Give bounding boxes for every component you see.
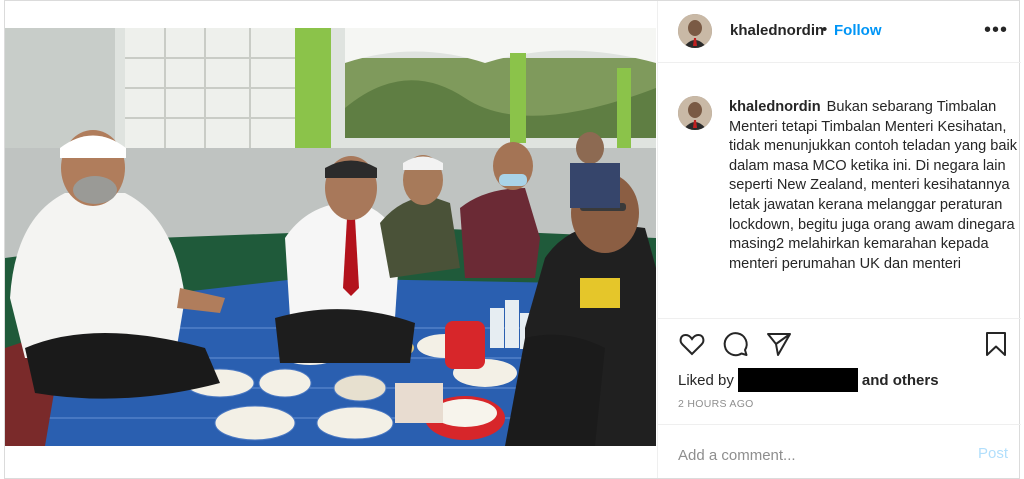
avatar[interactable]	[678, 14, 712, 48]
post-header: khalednordin • Follow •••	[658, 1, 1021, 63]
heart-icon[interactable]	[678, 330, 706, 358]
liked-by-prefix: Liked by	[678, 372, 734, 389]
header-separator: •	[822, 21, 828, 38]
caption-avatar[interactable]	[678, 96, 712, 130]
caption-username[interactable]: khalednordin	[729, 99, 821, 115]
redacted-username	[737, 368, 858, 392]
paper-plane-icon-shape	[767, 333, 791, 356]
avatar-image	[678, 14, 712, 48]
caption-body: Bukan sebarang Timbalan Menteri tetapi T…	[729, 99, 1018, 272]
post-comment-button[interactable]: Post	[978, 445, 1008, 462]
post-timestamp[interactable]: 2 HOURS AGO	[678, 398, 754, 410]
bookmark-icon[interactable]	[982, 330, 1010, 358]
caption-area: khalednordin Bukan sebarang Timbalan Ment…	[658, 64, 1021, 318]
comment-bubble-icon[interactable]	[722, 330, 750, 358]
instagram-post: khalednordin • Follow ••• khalednordin Bu…	[4, 0, 1021, 479]
post-caption: khalednordin Bukan sebarang Timbalan Ment…	[729, 98, 1019, 274]
liked-by-others-link[interactable]: and others	[862, 372, 939, 389]
bookmark-icon-shape	[986, 332, 1006, 356]
post-author-username[interactable]: khalednordin	[730, 22, 824, 39]
paper-plane-icon[interactable]	[765, 330, 793, 358]
comment-box: Post	[658, 424, 1021, 478]
caption-avatar-image	[678, 96, 712, 130]
likes-summary: Liked by and others	[678, 368, 939, 392]
follow-button[interactable]: Follow	[834, 22, 882, 39]
post-photo-image	[5, 28, 656, 446]
comment-input[interactable]	[678, 444, 958, 466]
comment-bubble-icon-shape	[723, 332, 748, 357]
more-options-icon[interactable]: •••	[984, 19, 1008, 42]
heart-icon-shape	[679, 333, 705, 356]
post-side-panel: khalednordin • Follow ••• khalednordin Bu…	[657, 1, 1021, 478]
post-photo[interactable]	[5, 28, 656, 446]
